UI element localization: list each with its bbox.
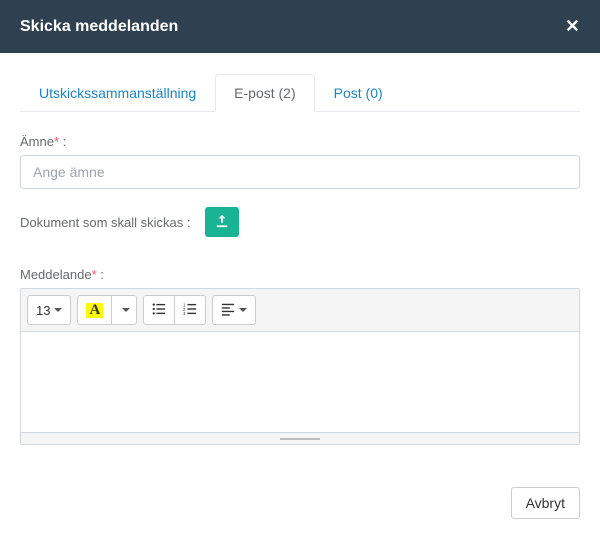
caret-icon bbox=[122, 308, 130, 312]
send-messages-modal: Skicka meddelanden ✕ Utskickssammanställ… bbox=[0, 0, 600, 539]
modal-title: Skicka meddelanden bbox=[20, 18, 178, 36]
editor-toolbar: 13 A bbox=[21, 289, 579, 332]
align-button[interactable] bbox=[212, 295, 256, 325]
font-color-dropdown[interactable] bbox=[112, 295, 137, 325]
modal-header: Skicka meddelanden ✕ bbox=[0, 0, 600, 53]
message-label-text: Meddelande bbox=[20, 267, 92, 282]
tabs: Utskickssammanställning E-post (2) Post … bbox=[20, 73, 580, 112]
message-textarea[interactable] bbox=[21, 332, 579, 432]
unordered-list-button[interactable] bbox=[143, 295, 175, 325]
font-size-group: 13 bbox=[27, 295, 71, 325]
rich-text-editor: 13 A bbox=[20, 288, 580, 445]
required-marker: * bbox=[92, 267, 97, 282]
subject-label-text: Ämne bbox=[20, 134, 54, 149]
tab-summary[interactable]: Utskickssammanställning bbox=[20, 74, 215, 112]
list-group: 123 bbox=[143, 295, 206, 325]
align-group bbox=[212, 295, 256, 325]
font-size-button[interactable]: 13 bbox=[27, 295, 71, 325]
modal-body: Utskickssammanställning E-post (2) Post … bbox=[0, 53, 600, 473]
ordered-list-icon: 123 bbox=[183, 302, 197, 319]
font-color-group: A bbox=[77, 295, 137, 325]
font-color-button[interactable]: A bbox=[77, 295, 112, 325]
documents-label: Dokument som skall skickas : bbox=[20, 215, 191, 230]
message-group: Meddelande* : 13 A bbox=[20, 267, 580, 445]
subject-label: Ämne* : bbox=[20, 134, 580, 149]
font-color-icon: A bbox=[86, 303, 103, 318]
grip-icon bbox=[280, 438, 320, 440]
upload-button[interactable] bbox=[205, 207, 239, 237]
documents-row: Dokument som skall skickas : bbox=[20, 207, 580, 237]
font-size-value: 13 bbox=[36, 303, 50, 318]
close-icon[interactable]: ✕ bbox=[565, 16, 580, 37]
unordered-list-icon bbox=[152, 302, 166, 319]
align-left-icon bbox=[221, 302, 235, 319]
caret-icon bbox=[54, 308, 62, 312]
svg-text:3: 3 bbox=[183, 311, 186, 316]
tab-post[interactable]: Post (0) bbox=[315, 74, 402, 112]
required-marker: * bbox=[54, 134, 59, 149]
upload-icon bbox=[215, 214, 229, 231]
ordered-list-button[interactable]: 123 bbox=[175, 295, 206, 325]
cancel-button[interactable]: Avbryt bbox=[511, 487, 580, 519]
resize-handle[interactable] bbox=[21, 432, 579, 444]
caret-icon bbox=[239, 308, 247, 312]
message-label: Meddelande* : bbox=[20, 267, 580, 282]
tab-email[interactable]: E-post (2) bbox=[215, 74, 314, 112]
modal-footer: Avbryt bbox=[0, 473, 600, 539]
subject-input[interactable] bbox=[20, 155, 580, 189]
subject-group: Ämne* : bbox=[20, 134, 580, 189]
